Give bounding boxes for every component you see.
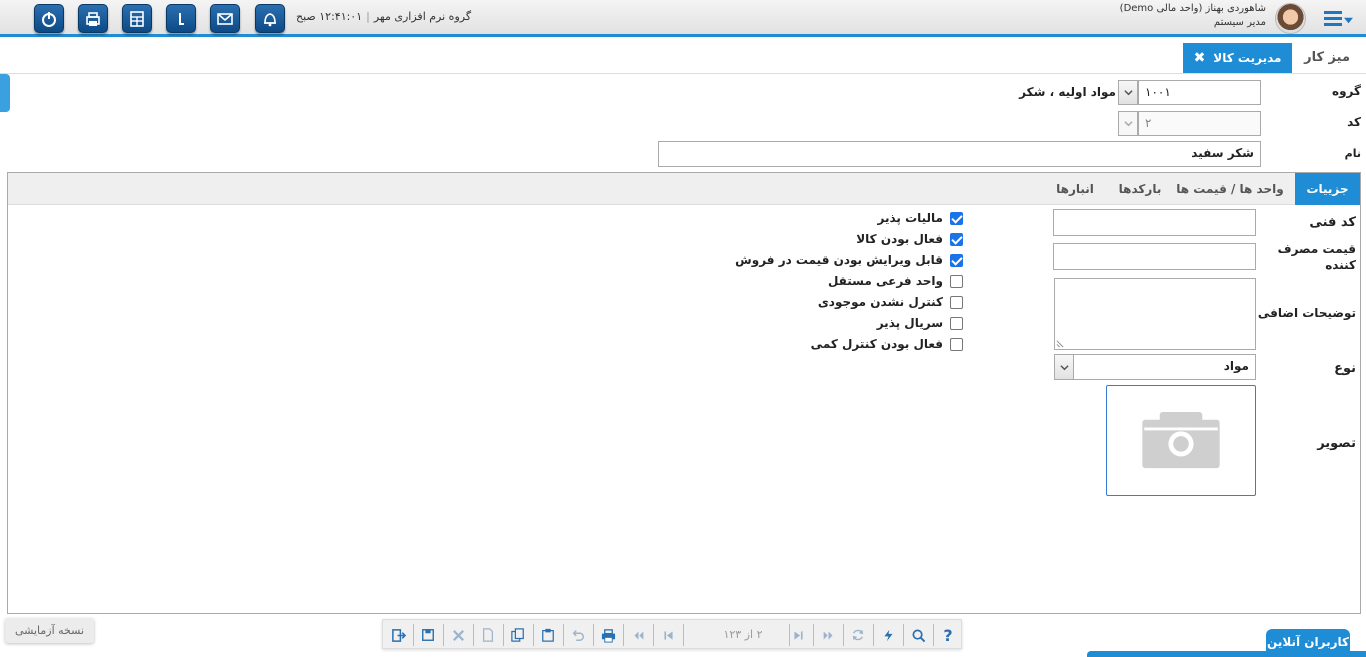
group-code-input[interactable]: ۱۰۰۱ [1138,80,1261,105]
company-name: گروه نرم افزاری مهر [373,10,472,23]
save-icon[interactable] [417,624,439,646]
option-label: واحد فرعی مستقل [827,274,943,288]
code-input[interactable]: ۲ [1138,111,1261,136]
record-toolbar: ۲ از ۱۲۳ ? [382,619,962,649]
group-dropdown-button[interactable] [1118,80,1138,105]
record-pager: ۲ از ۱۲۳ [723,628,763,641]
user-info: شاهوردی بهناز (واحد مالی Demo) مدیر سیست… [1120,2,1266,30]
help-icon[interactable]: ? [937,624,959,646]
delete-icon[interactable] [447,624,469,646]
company-and-time: گروه نرم افزاری مهر|۱۲:۴۱:۰۱ صبح [296,10,472,23]
top-bar: گروه نرم افزاری مهر|۱۲:۴۱:۰۱ صبح شاهوردی… [0,0,1366,37]
menu-icon[interactable] [1324,10,1354,28]
option-label: کنترل نشدن موجودی [817,295,943,309]
chevron-down-icon [1123,121,1133,127]
option-checkbox[interactable] [950,254,963,267]
close-tab-icon[interactable]: ✖ [1194,50,1206,66]
group-name: مواد اولیه ، شکر [1019,85,1116,99]
printer-icon[interactable] [78,4,108,33]
exit-icon[interactable] [387,624,409,646]
code-label: کد [1347,115,1361,129]
extra-desc-textarea[interactable] [1054,278,1256,350]
new-document-icon[interactable] [477,624,499,646]
first-record-icon[interactable] [627,624,649,646]
tech-code-label: کد فنی [1309,215,1356,230]
option-label: قابل ویرایش بودن قیمت در فروش [735,253,943,267]
tab-barcodes[interactable]: بارکدها [1110,173,1170,205]
tab-units-prices[interactable]: واحد ها / قیمت ها [1175,173,1285,205]
next-record-icon[interactable] [787,624,809,646]
option-checkbox[interactable] [950,275,963,288]
tab-warehouses[interactable]: انبارها [1045,173,1105,205]
chevron-down-icon [1123,90,1133,96]
info-icon[interactable] [166,4,196,33]
camera-icon [1142,411,1220,468]
online-users-bar [1087,651,1366,657]
image-upload-box[interactable] [1106,385,1256,496]
name-label: نام [1344,147,1361,160]
option-checkbox[interactable] [950,233,963,246]
tech-code-input[interactable] [1053,209,1256,236]
user-role: مدیر سیستم [1213,17,1266,28]
print-icon[interactable] [597,624,619,646]
option-label: مالیات پذیر [877,211,944,225]
power-icon[interactable] [34,4,64,33]
previous-record-icon[interactable] [657,624,679,646]
option-checkbox[interactable] [950,338,963,351]
extra-desc-label: توضیحات اضافی [1257,306,1356,320]
last-record-icon[interactable] [817,624,839,646]
side-panel-handle[interactable] [0,74,10,112]
search-icon[interactable] [907,624,929,646]
bell-icon[interactable] [255,4,285,33]
chevron-down-icon [1059,364,1069,370]
consumer-price-label: قیمت مصرف کننده [1277,242,1356,272]
type-select[interactable]: مواد [1073,354,1256,380]
avatar[interactable] [1275,3,1306,34]
tab-details[interactable]: جزییات [1295,173,1360,205]
refresh-icon[interactable] [847,624,869,646]
copy-icon[interactable] [507,624,529,646]
consumer-price-input[interactable] [1053,243,1256,270]
tab-product-management[interactable]: مدیریت کالا ✖ [1183,43,1292,73]
code-dropdown-button [1118,111,1138,136]
option-checkbox[interactable] [950,212,963,225]
type-label: نوع [1334,361,1356,376]
tab-desk[interactable]: میز کار [1304,50,1350,65]
name-input[interactable]: شکر سفید [658,141,1261,167]
tab-label: مدیریت کالا [1213,51,1282,65]
option-label: فعال بودن کالا [856,232,943,246]
option-checkbox[interactable] [950,296,963,309]
group-label: گروه [1332,84,1361,98]
option-checkbox[interactable] [950,317,963,330]
paste-icon[interactable] [537,624,559,646]
mail-icon[interactable] [210,4,240,33]
undo-icon[interactable] [567,624,589,646]
lightning-icon[interactable] [877,624,899,646]
tab-bar: میز کار مدیریت کالا ✖ [0,40,1366,74]
image-label: تصویر [1317,436,1356,451]
option-label: سریال پذیر [876,316,943,330]
trial-badge: نسخه آزمایشی [5,618,95,643]
type-dropdown-button[interactable] [1054,354,1074,380]
details-tabs: جزییات واحد ها / قیمت ها بارکدها انبارها [8,173,1360,205]
clock: ۱۲:۴۱:۰۱ صبح [296,10,363,23]
option-label: فعال بودن کنترل کمی [810,337,943,351]
resize-handle-icon[interactable] [1056,339,1065,348]
calculator-icon[interactable] [122,4,152,33]
user-name: شاهوردی بهناز (واحد مالی Demo) [1119,3,1266,14]
